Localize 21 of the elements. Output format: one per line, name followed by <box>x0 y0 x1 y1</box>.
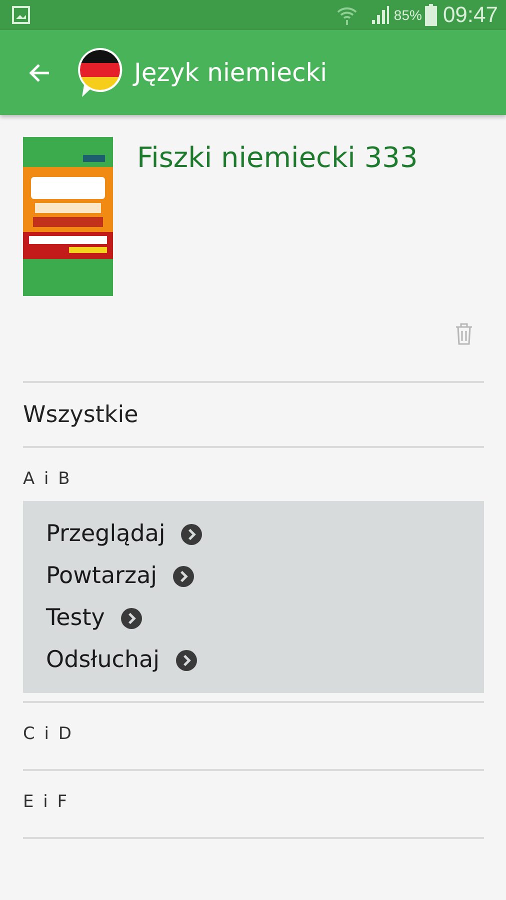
image-notification-icon <box>12 6 30 24</box>
action-link[interactable]: Odsłuchaj <box>46 647 197 673</box>
flag-speech-bubble-icon <box>76 46 124 98</box>
action-link[interactable]: Testy <box>46 605 142 631</box>
action-link[interactable]: Powtarzaj <box>46 563 194 589</box>
chevron-circle-icon <box>120 608 142 628</box>
chevron-circle-icon <box>176 650 197 670</box>
action-link[interactable]: Przeglądaj <box>46 521 202 547</box>
section-item[interactable]: E i F <box>23 771 484 837</box>
battery-percent: 85% <box>394 7 422 23</box>
chevron-circle-icon <box>181 524 202 544</box>
battery-icon <box>424 4 437 26</box>
screen-title: Język niemiecki <box>134 58 328 87</box>
chevron-circle-icon <box>173 566 194 586</box>
deck-title: Fiszki niemiecki 333 <box>137 141 418 176</box>
section-item[interactable]: A i B <box>23 448 484 501</box>
all-words-item[interactable]: Wszystkie <box>23 383 484 446</box>
trash-icon[interactable] <box>454 322 474 346</box>
signal-icon <box>370 5 390 25</box>
clock-time: 09:47 <box>442 2 498 28</box>
section-item[interactable]: C i D <box>23 703 484 769</box>
